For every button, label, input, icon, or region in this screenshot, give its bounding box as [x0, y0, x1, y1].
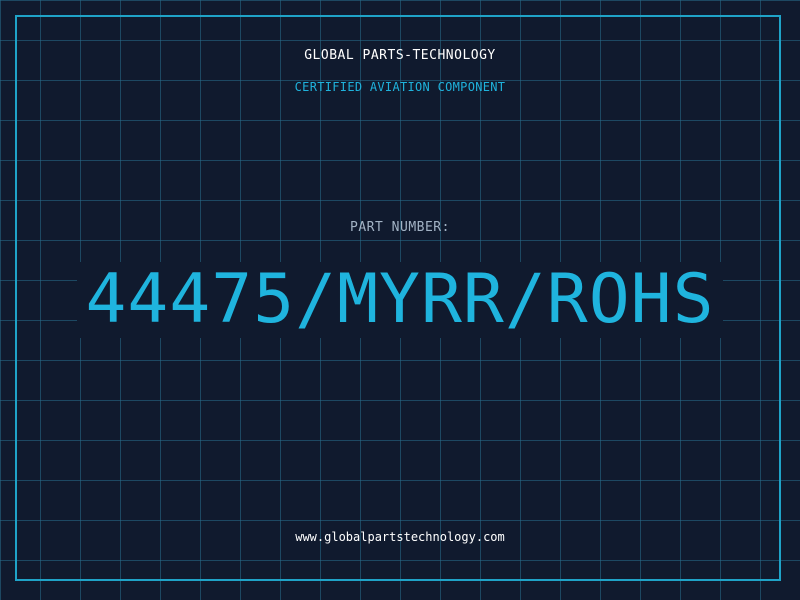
part-number-value: 44475/MYRR/ROHS — [77, 262, 723, 338]
certification-tagline: CERTIFIED AVIATION COMPONENT — [294, 80, 506, 94]
company-name: GLOBAL PARTS-TECHNOLOGY — [304, 48, 496, 63]
part-label-card: GLOBAL PARTS-TECHNOLOGY CERTIFIED AVIATI… — [0, 0, 800, 600]
website-url: www.globalpartstechnology.com — [295, 530, 505, 544]
part-number-band: 44475/MYRR/ROHS — [0, 262, 800, 338]
part-number-label: PART NUMBER: — [350, 220, 450, 235]
